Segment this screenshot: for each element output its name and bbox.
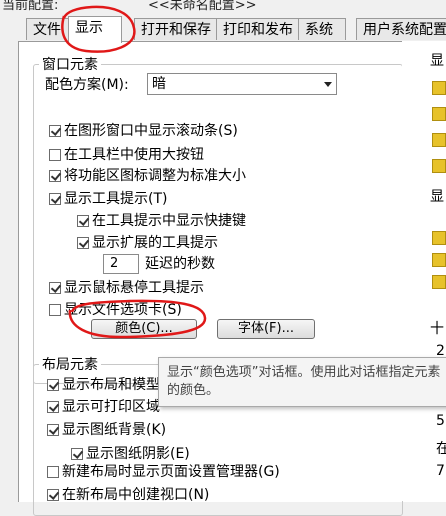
checkbox-label: 显示图纸阴影(E) <box>86 446 190 462</box>
checkbox-label: 显示扩展的工具提示 <box>92 235 218 251</box>
checkbox-printable-area[interactable]: 显示可打印区域 <box>47 397 160 417</box>
checkbox-label: 在图形窗口中显示滚动条(S) <box>64 123 238 139</box>
right-value: 5 <box>436 413 445 429</box>
checkbox-box[interactable] <box>49 125 61 137</box>
colors-button[interactable]: 颜色(C)... <box>91 319 197 339</box>
tab-display[interactable]: 显示 <box>68 16 122 43</box>
right-value: 7 <box>436 463 445 479</box>
checkbox-paper-background[interactable]: 显示图纸背景(K) <box>47 420 166 440</box>
checkbox-show-shortcut-keys[interactable]: 在工具提示中显示快捷键 <box>77 211 246 231</box>
checkbox-label: 显示布局和模型 <box>62 377 160 393</box>
checkbox-label: 在工具提示中显示快捷键 <box>92 213 246 229</box>
checkbox-box[interactable] <box>47 379 59 391</box>
checkbox-rollover-tooltips[interactable]: 显示鼠标悬停工具提示 <box>49 278 204 298</box>
checkbox-label: 将功能区图标调整为标准大小 <box>64 168 246 184</box>
checkbox-box[interactable] <box>49 282 61 294</box>
color-swatch-icon <box>432 81 446 95</box>
checkbox-box[interactable] <box>47 424 59 436</box>
display-panel: 窗口元素 配色方案(M): 暗 在图形窗口中显示滚动条(S) 在工具栏中使用大按… <box>18 41 446 516</box>
tab-strip: 文件 显示 打开和保存 打印和发布 系统 用户系统配置 <box>0 16 446 43</box>
current-config-label: 当前配置: <box>2 0 59 13</box>
checkbox-extended-tooltips[interactable]: 显示扩展的工具提示 <box>77 233 218 253</box>
checkbox-box[interactable] <box>47 489 59 501</box>
checkbox-large-buttons[interactable]: 在工具栏中使用大按钮 <box>49 145 204 165</box>
color-scheme-select[interactable]: 暗 <box>147 73 337 95</box>
checkbox-box[interactable] <box>77 215 89 227</box>
fonts-button[interactable]: 字体(F)... <box>217 319 315 339</box>
checkbox-box[interactable] <box>49 304 61 316</box>
checkbox-layout-model-tabs[interactable]: 显示布局和模型 <box>47 375 160 395</box>
delay-seconds-label: 延迟的秒数 <box>145 256 215 272</box>
tab-files[interactable]: 文件 <box>26 18 70 40</box>
color-swatch-icon <box>432 107 446 121</box>
right-label: 在 <box>436 441 446 457</box>
checkbox-file-tabs[interactable]: 显示文件选项卡(S) <box>49 300 182 320</box>
checkbox-page-setup-manager[interactable]: 新建布局时显示页面设置管理器(G) <box>47 462 280 482</box>
checkbox-box[interactable] <box>47 401 59 413</box>
checkbox-label: 在工具栏中使用大按钮 <box>64 147 204 163</box>
checkbox-box[interactable] <box>47 466 59 478</box>
current-config-value: <<未命名配置>> <box>148 0 257 13</box>
right-group-title-3: 十 <box>430 321 444 337</box>
checkbox-label: 显示可打印区域 <box>62 399 160 415</box>
delay-seconds-input[interactable]: 2 <box>103 254 139 274</box>
color-swatch-icon <box>432 253 446 267</box>
window-elements-title: 窗口元素 <box>39 54 101 74</box>
checkbox-label: 显示工具提示(T) <box>64 191 168 207</box>
right-column-clipped: 显 显 十 2 5 5 在 7 <box>402 41 446 501</box>
right-group-title-2: 显 <box>430 189 444 205</box>
checkbox-show-scrollbars[interactable]: 在图形窗口中显示滚动条(S) <box>49 121 238 141</box>
tab-user-preferences[interactable]: 用户系统配置 <box>356 18 446 40</box>
color-swatch-icon <box>432 133 446 147</box>
checkbox-resize-ribbon-icons[interactable]: 将功能区图标调整为标准大小 <box>49 166 246 186</box>
checkbox-label: 显示文件选项卡(S) <box>64 302 182 318</box>
color-scheme-value: 暗 <box>152 76 166 92</box>
color-swatch-icon <box>432 231 446 245</box>
checkbox-label: 新建布局时显示页面设置管理器(G) <box>62 464 280 480</box>
checkbox-label: 显示鼠标悬停工具提示 <box>64 280 204 296</box>
checkbox-show-tooltips[interactable]: 显示工具提示(T) <box>49 189 167 209</box>
checkbox-box[interactable] <box>77 237 89 249</box>
right-group-title: 显 <box>430 53 444 69</box>
checkbox-create-viewport[interactable]: 在新布局中创建视口(N) <box>47 485 209 505</box>
colors-button-tooltip: 显示“颜色选项”对话框。使用此对话框指定元素的颜色。 <box>158 357 446 407</box>
layout-elements-title: 布局元素 <box>39 354 101 374</box>
checkbox-box[interactable] <box>49 149 61 161</box>
checkbox-box[interactable] <box>49 193 61 205</box>
checkbox-label: 显示图纸背景(K) <box>62 422 167 438</box>
chevron-down-icon <box>324 82 332 87</box>
checkbox-paper-shadow[interactable]: 显示图纸阴影(E) <box>71 444 190 464</box>
color-scheme-label: 配色方案(M): <box>45 77 129 93</box>
tab-system[interactable]: 系统 <box>298 18 346 40</box>
checkbox-box[interactable] <box>71 448 83 460</box>
tab-open-save[interactable]: 打开和保存 <box>134 18 218 40</box>
color-swatch-icon <box>432 275 446 289</box>
tab-plot-publish[interactable]: 打印和发布 <box>216 18 300 40</box>
color-swatch-icon <box>432 159 446 173</box>
checkbox-box[interactable] <box>49 170 61 182</box>
